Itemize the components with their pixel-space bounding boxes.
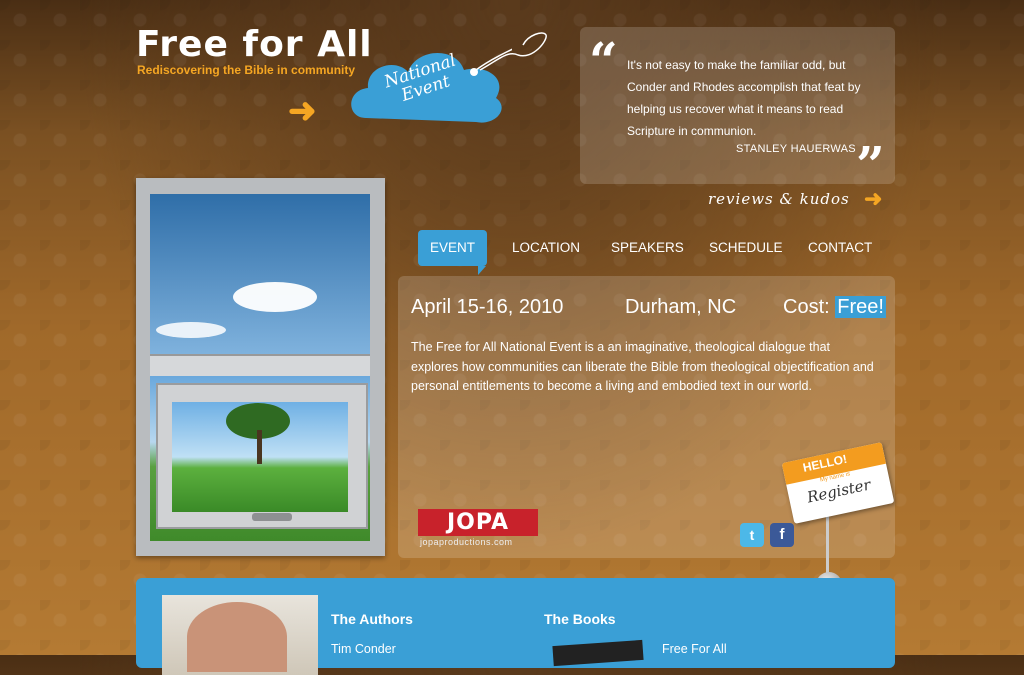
tab-schedule[interactable]: SCHEDULE (697, 230, 795, 266)
window-sash (150, 354, 370, 378)
site-tagline: Rediscovering the Bible in community (137, 63, 356, 77)
tab-event[interactable]: EVENT (418, 230, 488, 275)
tab-location[interactable]: LOCATION (500, 230, 592, 266)
cloud-image (233, 282, 317, 312)
reviews-link[interactable]: reviews & kudos (708, 190, 850, 208)
pin-stem (826, 516, 829, 576)
close-quote-icon: ” (856, 135, 885, 194)
tab-contact[interactable]: CONTACT (796, 230, 884, 266)
window-handle (252, 513, 292, 521)
book-link[interactable]: Free For All (662, 642, 727, 656)
site-title[interactable]: Free for All (136, 24, 373, 65)
quote-author: STANLEY HAUERWAS (736, 143, 856, 155)
books-heading: The Books (544, 611, 616, 627)
cost-label: Cost: (783, 296, 830, 318)
author-link[interactable]: Tim Conder (331, 642, 396, 656)
sponsor-url[interactable]: jopaproductions.com (420, 537, 513, 547)
tab-speakers[interactable]: SPEAKERS (599, 230, 696, 266)
event-city: Durham, NC (625, 296, 737, 318)
event-cost: Cost: Free! (783, 296, 886, 319)
arrow-right-icon: ➜ (288, 92, 317, 130)
facebook-icon[interactable]: f (770, 523, 794, 547)
author-head-image (187, 602, 287, 672)
register-label: Register (805, 475, 873, 507)
jopa-logo[interactable]: JOPA (418, 509, 538, 536)
arrow-right-icon[interactable]: ➜ (864, 186, 882, 212)
tree-trunk (257, 430, 262, 464)
cost-value: Free! (835, 296, 886, 318)
open-quote-icon: “ (589, 31, 618, 90)
twitter-icon[interactable]: t (740, 523, 764, 547)
tag-string-icon (479, 32, 547, 71)
quote-text: It's not easy to make the familiar odd, … (627, 58, 861, 138)
authors-heading: The Authors (331, 611, 413, 627)
cloud-image (156, 322, 226, 338)
event-description: The Free for All National Event is a an … (411, 340, 874, 393)
event-date: April 15-16, 2010 (411, 296, 564, 318)
